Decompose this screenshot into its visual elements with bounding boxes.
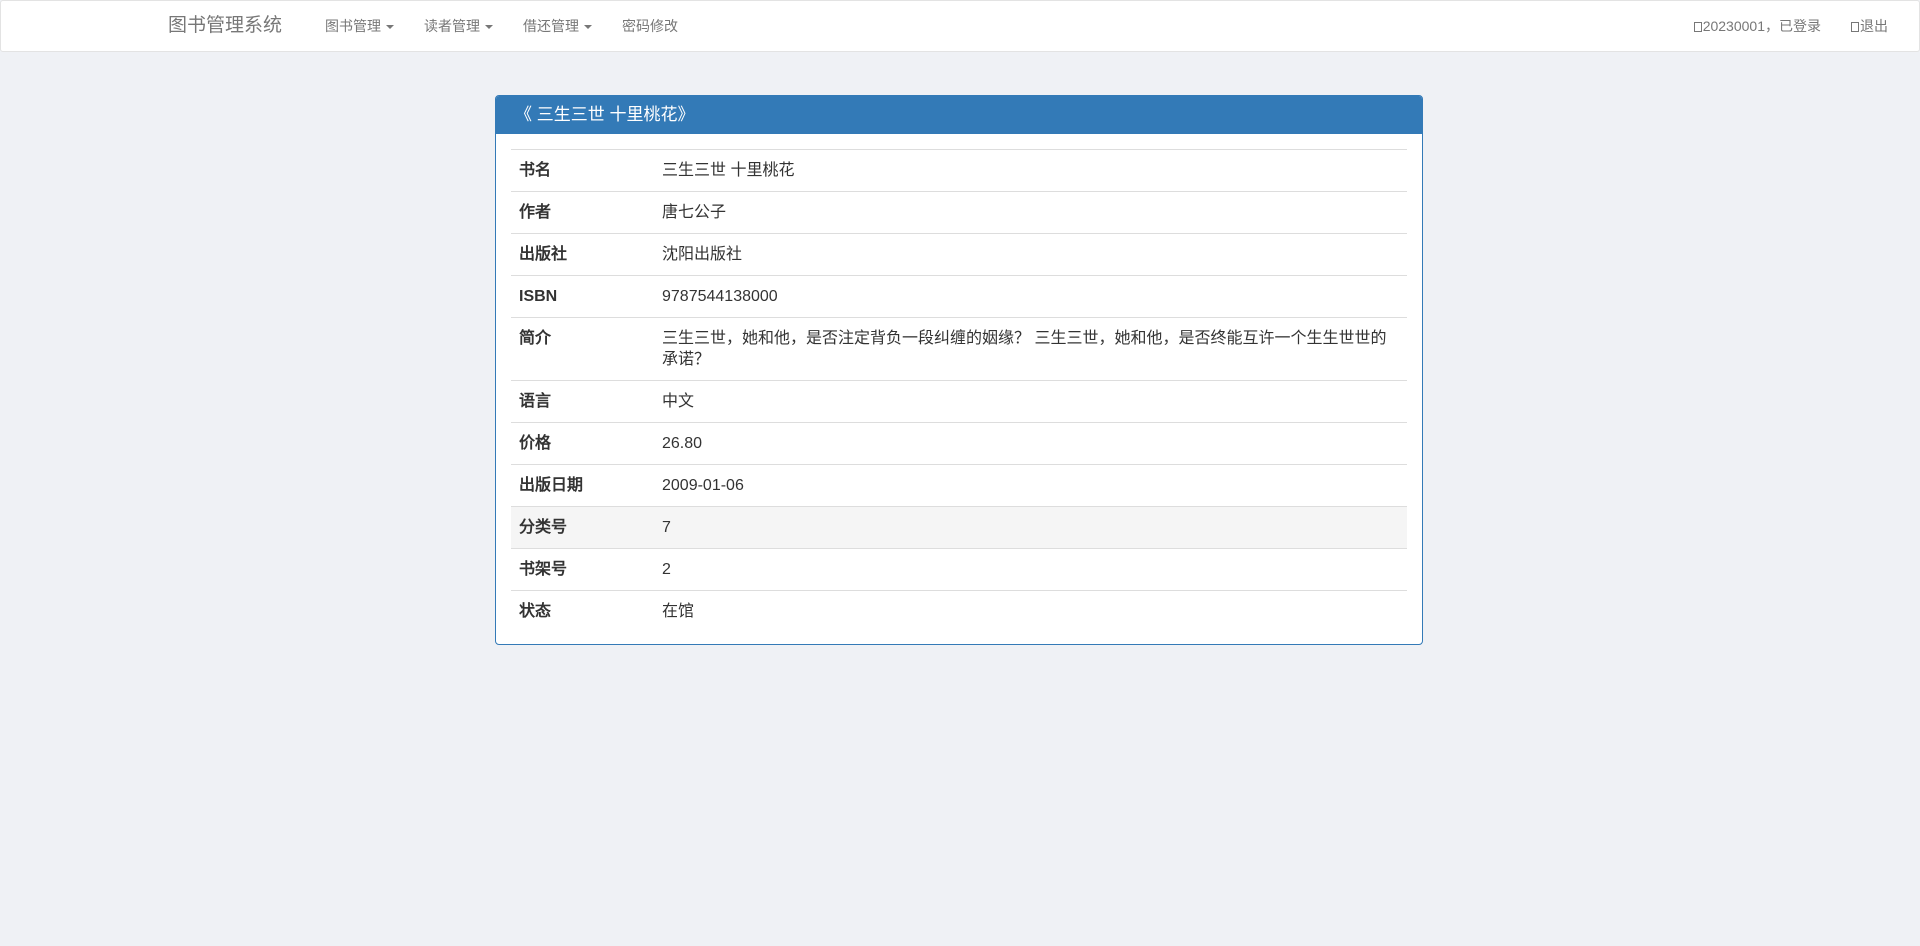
user-status-text: 20230001，已登录	[1702, 18, 1821, 34]
row-title: 书名 三生三世 十里桃花	[511, 149, 1407, 192]
caret-down-icon	[584, 25, 592, 30]
panel-body: 书名 三生三世 十里桃花 作者 唐七公子 出版社 沈阳出版社 ISBN 9787…	[496, 134, 1422, 632]
field-label: 书名	[511, 149, 654, 192]
field-label: 书架号	[511, 548, 654, 591]
menu-label: 借还管理	[523, 18, 579, 34]
book-detail-table: 书名 三生三世 十里桃花 作者 唐七公子 出版社 沈阳出版社 ISBN 9787…	[511, 149, 1407, 632]
field-label: 出版社	[511, 233, 654, 276]
row-author: 作者 唐七公子	[511, 191, 1407, 234]
field-value: 2	[654, 548, 1407, 591]
row-class-number: 分类号 7	[511, 506, 1407, 549]
menu-borrow-management[interactable]: 借还管理	[508, 1, 607, 51]
row-status: 状态 在馆	[511, 590, 1407, 632]
row-language: 语言 中文	[511, 380, 1407, 423]
row-shelf-number: 书架号 2	[511, 548, 1407, 591]
logout-icon	[1851, 22, 1859, 32]
row-isbn: ISBN 9787544138000	[511, 275, 1407, 318]
row-publish-date: 出版日期 2009-01-06	[511, 464, 1407, 507]
field-label: 作者	[511, 191, 654, 234]
field-label: 状态	[511, 590, 654, 632]
menu-reader-management[interactable]: 读者管理	[409, 1, 508, 51]
field-value: 9787544138000	[654, 275, 1407, 318]
field-label: 价格	[511, 422, 654, 465]
user-status-link[interactable]: 20230001，已登录	[1679, 1, 1836, 51]
user-menu: 20230001，已登录 退出	[1679, 1, 1903, 51]
brand-link[interactable]: 图书管理系统	[168, 1, 282, 51]
field-label: 简介	[511, 317, 654, 381]
menu-book-management[interactable]: 图书管理	[310, 1, 409, 51]
row-introduction: 简介 三生三世，她和他，是否注定背负一段纠缠的姻缘？ 三生三世，她和他，是否终能…	[511, 317, 1407, 381]
field-value: 在馆	[654, 590, 1407, 632]
caret-down-icon	[386, 25, 394, 30]
logout-link[interactable]: 退出	[1836, 1, 1903, 51]
row-price: 价格 26.80	[511, 422, 1407, 465]
menu-password-change[interactable]: 密码修改	[607, 1, 693, 51]
row-publisher: 出版社 沈阳出版社	[511, 233, 1407, 276]
field-label: 分类号	[511, 506, 654, 549]
field-label: 出版日期	[511, 464, 654, 507]
field-value: 唐七公子	[654, 191, 1407, 234]
book-detail-panel: 《 三生三世 十里桃花》 书名 三生三世 十里桃花 作者 唐七公子 出版社 沈阳…	[495, 95, 1423, 645]
top-navbar: 图书管理系统 图书管理 读者管理 借还管理 密码修改 20230001，已登录 …	[0, 0, 1920, 52]
field-value: 沈阳出版社	[654, 233, 1407, 276]
field-label: 语言	[511, 380, 654, 423]
main-menu: 图书管理 读者管理 借还管理 密码修改	[310, 1, 693, 51]
field-value: 2009-01-06	[654, 464, 1407, 507]
field-value: 三生三世 十里桃花	[654, 149, 1407, 192]
caret-down-icon	[485, 25, 493, 30]
field-value: 三生三世，她和他，是否注定背负一段纠缠的姻缘？ 三生三世，她和他，是否终能互许一…	[654, 317, 1407, 381]
field-value: 中文	[654, 380, 1407, 423]
menu-label: 密码修改	[622, 18, 678, 34]
logout-text: 退出	[1860, 18, 1888, 34]
panel-title: 《 三生三世 十里桃花》	[496, 96, 1422, 134]
menu-label: 读者管理	[424, 18, 480, 34]
user-icon	[1693, 22, 1702, 32]
field-label: ISBN	[511, 275, 654, 318]
field-value: 7	[654, 506, 1407, 549]
menu-label: 图书管理	[325, 18, 381, 34]
field-value: 26.80	[654, 422, 1407, 465]
